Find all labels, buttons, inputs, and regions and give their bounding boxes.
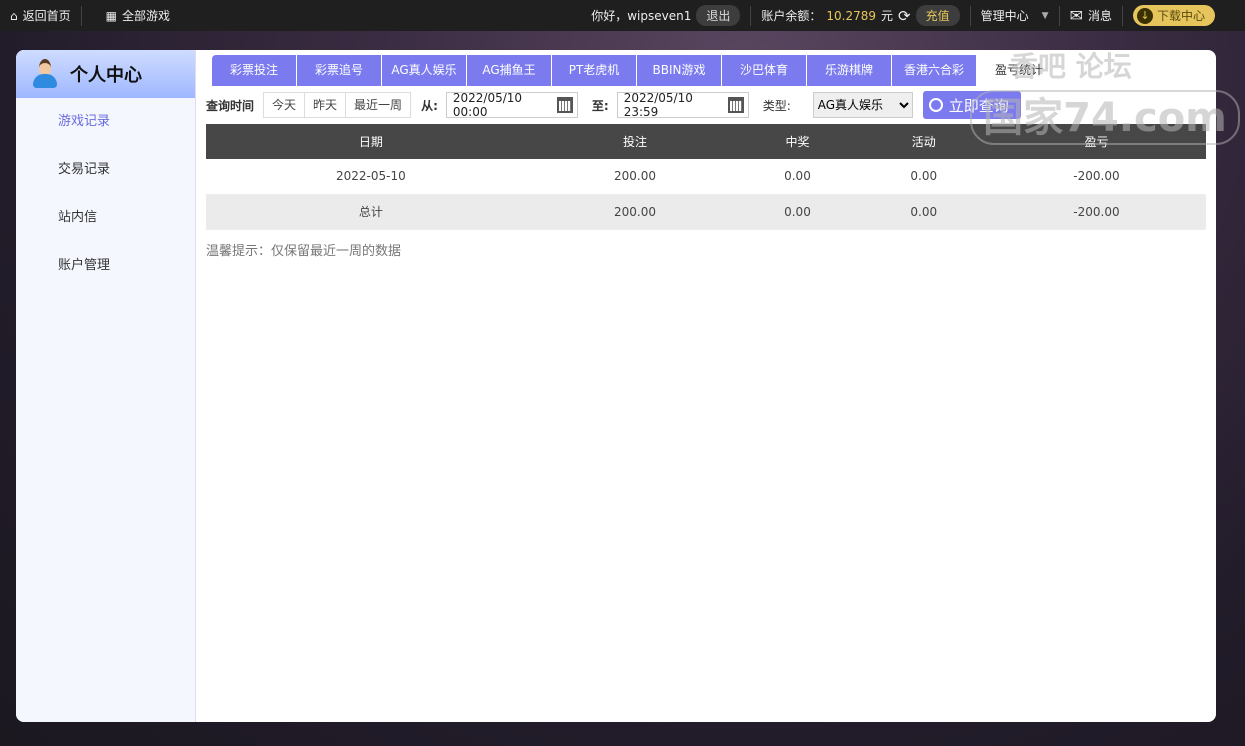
from-date-value: 2022/05/10 00:00 [452,91,523,119]
cell: 0.00 [734,159,861,195]
top-bar: ⌂ 返回首页 ▦ 全部游戏 你好，wipseven1 退出 账户余额： 10.2789 元… [0,0,1245,31]
tab-hk-mark-six[interactable]: 香港六合彩 [892,55,977,86]
calendar-icon[interactable] [557,97,573,113]
user-center-panel: 个人中心 游戏记录 交易记录 站内信 账户管理 彩票投注 彩票追号 AG真人娱乐… [16,50,1216,722]
type-label: 类型: [762,98,791,113]
filter-bar: 查询时间 今天 昨天 最近一周 从: 2022/05/10 00:00 至: 2… [206,86,1206,124]
tab-ag-fishing[interactable]: AG捕鱼王 [467,55,552,86]
cell: 200.00 [535,194,735,230]
admin-label: 管理中心 [980,9,1029,23]
cell: 200.00 [535,159,735,195]
game-tabs: 彩票投注 彩票追号 AG真人娱乐 AG捕鱼王 PT老虎机 BBIN游戏 沙巴体育… [206,55,1206,86]
tab-pt-slots[interactable]: PT老虎机 [552,55,637,86]
admin-menu[interactable]: 管理中心 ▼ [971,0,1059,31]
tab-leyou-chess[interactable]: 乐游棋牌 [807,55,892,86]
sidebar-item-account[interactable]: 账户管理 [16,242,195,290]
type-select[interactable]: AG真人娱乐 [812,92,913,118]
logout-button[interactable]: 退出 [696,5,741,26]
search-icon [928,98,943,112]
total-row: 总计 200.00 0.00 0.00 -200.00 [206,194,1206,230]
home-link[interactable]: ⌂ 返回首页 [0,0,81,31]
to-date-value: 2022/05/10 23:59 [623,91,693,119]
col-promo: 活动 [860,124,987,159]
tab-lottery-chase[interactable]: 彩票追号 [297,55,382,86]
main-content: 彩票投注 彩票追号 AG真人娱乐 AG捕鱼王 PT老虎机 BBIN游戏 沙巴体育… [206,50,1206,259]
home-label: 返回首页 [22,9,71,23]
messages-label: 消息 [1087,9,1112,23]
tab-saba-sports[interactable]: 沙巴体育 [722,55,807,86]
grid-icon: ▦ [105,8,117,23]
yesterday-button[interactable]: 昨天 [304,92,347,118]
col-date: 日期 [206,124,536,159]
mail-icon: ✉ [1069,6,1083,25]
messages-link[interactable]: ✉ 消息 [1060,0,1122,31]
user-icon [32,59,58,89]
cell: 2022-05-10 [206,159,536,195]
records-table: 日期 投注 中奖 活动 盈亏 2022-05-10 200.00 0.00 0.… [206,124,1206,230]
today-button[interactable]: 今天 [263,92,306,118]
sidebar-item-game-records[interactable]: 游戏记录 [16,98,195,146]
from-date-input[interactable]: 2022/05/10 00:00 [445,91,578,119]
sidebar-item-inbox[interactable]: 站内信 [16,194,195,242]
currency: 元 [881,9,894,23]
greeting: 你好，wipseven1 [591,9,692,23]
search-label: 立即查询 [948,96,1009,115]
all-games-label: 全部游戏 [121,9,170,23]
all-games-link[interactable]: ▦ 全部游戏 [96,0,180,31]
tab-profit-loss[interactable]: 盈亏统计 [977,55,1062,86]
cell: -200.00 [986,194,1206,230]
col-bet: 投注 [535,124,735,159]
query-time-label: 查询时间 [206,98,255,113]
sidebar-title: 个人中心 [70,65,142,86]
caret-down-icon: ▼ [1041,10,1049,21]
last-week-button[interactable]: 最近一周 [345,92,412,118]
search-button[interactable]: 立即查询 [922,91,1021,119]
balance-label: 账户余额： [761,9,822,23]
home-icon: ⌂ [10,8,18,23]
cell: 0.00 [860,194,987,230]
cell: 0.00 [860,159,987,195]
sidebar: 个人中心 游戏记录 交易记录 站内信 账户管理 [16,50,196,722]
table-header: 日期 投注 中奖 活动 盈亏 [206,124,1206,159]
tip-text: 温馨提示：仅保留最近一周的数据 [206,243,402,259]
calendar-icon[interactable] [728,97,744,113]
download-icon: ↓ [1136,7,1153,24]
sidebar-header: 个人中心 [16,50,195,98]
download-button[interactable]: ↓ 下载中心 [1132,5,1215,26]
cell: 0.00 [734,194,861,230]
table-row: 2022-05-10 200.00 0.00 0.00 -200.00 [206,159,1206,195]
tab-bbin[interactable]: BBIN游戏 [637,55,722,86]
sidebar-item-transactions[interactable]: 交易记录 [16,146,195,194]
cell: -200.00 [986,159,1206,195]
recharge-button[interactable]: 充值 [915,5,960,26]
refresh-icon[interactable]: ⟳ [898,7,911,25]
download-label: 下载中心 [1156,9,1205,23]
tab-ag-live[interactable]: AG真人娱乐 [382,55,467,86]
balance-value: 10.2789 [826,8,877,23]
divider [80,5,82,26]
to-label: 至: [591,98,609,113]
col-profit: 盈亏 [986,124,1206,159]
tab-lottery-bets[interactable]: 彩票投注 [212,55,297,86]
col-win: 中奖 [734,124,861,159]
cell: 总计 [206,194,536,230]
from-label: 从: [421,98,438,113]
to-date-input[interactable]: 2022/05/10 23:59 [616,91,749,119]
